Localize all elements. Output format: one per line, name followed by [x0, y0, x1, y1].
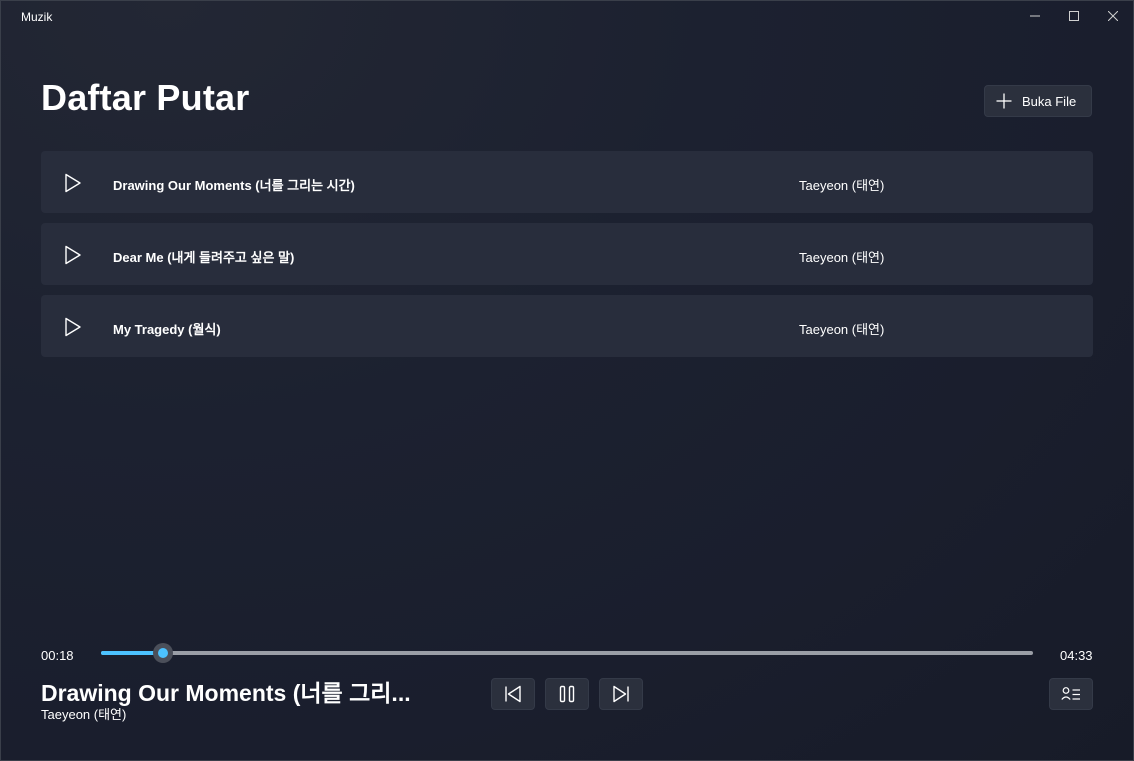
play-icon[interactable] — [64, 317, 82, 337]
pause-icon — [559, 685, 575, 703]
pause-button[interactable] — [545, 678, 589, 710]
track-row[interactable]: Dear Me (내게 들려주고 싶은 말) Taeyeon (태연) — [41, 223, 1093, 285]
current-time: 00:18 — [41, 648, 74, 663]
track-title: My Tragedy (월식) — [113, 322, 221, 337]
track-artist: Taeyeon (태연) — [799, 178, 885, 193]
track-artist: Taeyeon (태연) — [799, 322, 885, 337]
queue-button[interactable] — [1049, 678, 1093, 710]
seek-thumb[interactable] — [152, 643, 173, 663]
maximize-icon — [1069, 11, 1079, 21]
playlist: Drawing Our Moments (너를 그리는 시간) Taeyeon … — [41, 151, 1093, 367]
next-icon — [613, 685, 629, 703]
track-artist: Taeyeon (태연) — [799, 250, 885, 265]
app-window: Muzik Daftar Putar Buka File Drawing Our… — [0, 0, 1134, 761]
page-title: Daftar Putar — [41, 77, 250, 118]
total-time: 04:33 — [1060, 648, 1093, 663]
now-playing-title: Drawing Our Moments (너를 그리... — [41, 680, 411, 706]
minimize-button[interactable] — [1015, 1, 1055, 31]
track-title: Dear Me (내게 들려주고 싶은 말) — [113, 250, 295, 265]
previous-button[interactable] — [491, 678, 535, 710]
title-bar: Muzik — [1, 1, 1133, 33]
now-playing-artist: Taeyeon (태연) — [41, 707, 127, 722]
close-button[interactable] — [1093, 1, 1133, 31]
open-file-button[interactable]: Buka File — [984, 85, 1092, 117]
track-row[interactable]: Drawing Our Moments (너를 그리는 시간) Taeyeon … — [41, 151, 1093, 213]
track-row[interactable]: My Tragedy (월식) Taeyeon (태연) — [41, 295, 1093, 357]
app-title: Muzik — [21, 10, 53, 24]
next-button[interactable] — [599, 678, 643, 710]
close-icon — [1108, 11, 1118, 21]
previous-icon — [505, 685, 521, 703]
minimize-icon — [1030, 15, 1040, 17]
plus-icon — [996, 93, 1012, 109]
open-file-label: Buka File — [1022, 93, 1077, 109]
play-icon[interactable] — [64, 245, 82, 265]
play-icon[interactable] — [64, 173, 82, 193]
track-title: Drawing Our Moments (너를 그리는 시간) — [113, 178, 355, 193]
maximize-button[interactable] — [1054, 1, 1094, 31]
seek-bar[interactable] — [101, 643, 1033, 663]
queue-icon — [1061, 687, 1080, 700]
